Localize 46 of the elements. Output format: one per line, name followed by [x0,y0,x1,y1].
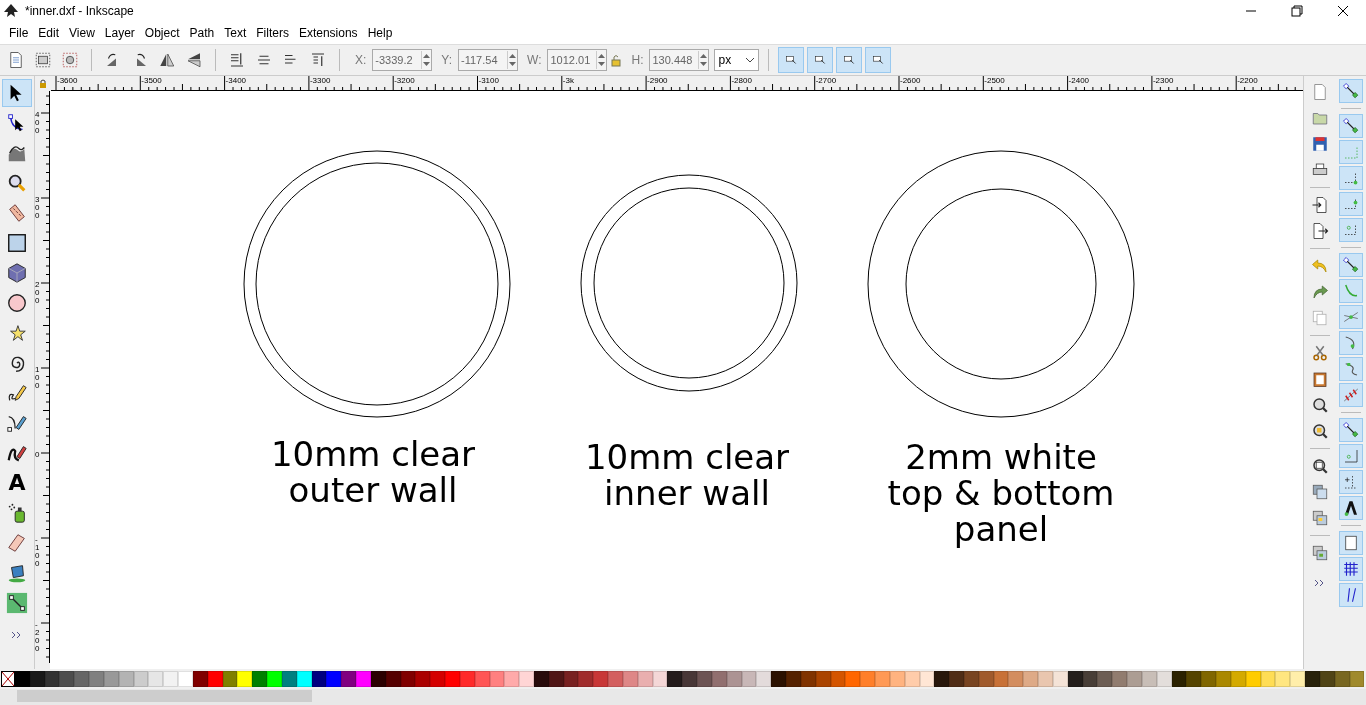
ruler-label: -2800 [731,76,752,85]
ruler-label: -2600 [900,76,921,85]
ruler-label: -3200 [394,76,415,85]
ruler-label: -3600 [57,76,78,85]
ruler-label: 300 [35,196,41,220]
tool-button[interactable]: A [2,469,32,497]
menu-item[interactable]: Text [219,26,252,40]
menu-item[interactable]: Object [139,26,185,40]
ruler-label: -3400 [225,76,247,85]
ruler-label: 0 [35,451,41,459]
caption-text[interactable]: 10mm clear outer wall [270,436,476,508]
ruler-label: -2400 [1068,76,1090,85]
number-field[interactable]: -117.54 [458,49,519,71]
ruler-label: -2500 [984,76,1005,85]
ruler-label: -3300 [309,76,331,85]
ruler-label: -2300 [1152,76,1174,85]
field-label: X: [355,53,367,67]
number-field[interactable]: 130.448 [649,49,710,71]
menu-item[interactable]: File [4,26,34,40]
ruler-label: -200 [35,621,41,653]
ruler-label: 100 [35,366,41,390]
ruler-label: -2200 [1237,76,1258,85]
caption-text[interactable]: 10mm clear inner wall [584,439,790,511]
field-label: W: [527,53,542,67]
unit-dropdown[interactable]: px [714,49,760,71]
field-label: Y: [441,53,453,67]
menu-item[interactable]: Extensions [293,26,363,40]
ruler-label: -2700 [815,76,837,85]
ruler-label: -2900 [647,76,668,85]
ruler-label: -3k [562,76,574,85]
ruler-label: -3500 [141,76,162,85]
ruler-label: 400 [35,111,41,135]
ruler-label: -100 [35,536,41,568]
ruler-label: 200 [35,281,41,305]
menu-item[interactable]: Path [184,26,220,40]
menu-item[interactable]: Layer [99,26,140,40]
field-label: H: [631,53,644,67]
number-field[interactable]: -3339.2 [372,49,433,71]
menu-item[interactable]: Filters [251,26,294,40]
window-title: *inner.dxf - Inkscape [25,4,134,18]
ruler-label: -3100 [478,76,499,85]
menu-item[interactable]: View [64,26,100,40]
menu-item[interactable]: Edit [33,26,65,40]
caption-text[interactable]: 2mm white top & bottom panel [887,439,1115,547]
number-field[interactable]: 1012.01 [547,49,608,71]
menu-item[interactable]: Help [362,26,398,40]
